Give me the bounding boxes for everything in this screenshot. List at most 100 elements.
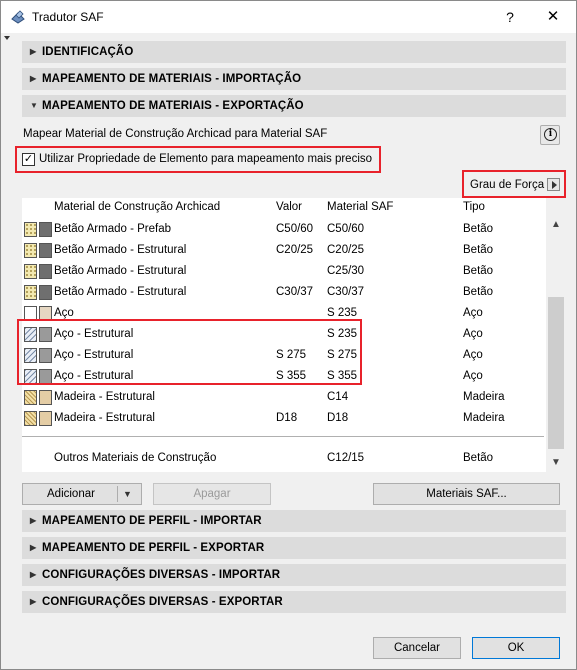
cell-material-saf: C50/60 (327, 223, 365, 235)
cell-tipo: Madeira (463, 391, 505, 403)
grau-forca-label: Grau de Força (470, 179, 545, 191)
cell-material-saf: D18 (327, 412, 349, 424)
section-identificacao[interactable]: ▶ IDENTIFICAÇÃO (22, 41, 566, 63)
steel-rows-highlight (17, 319, 362, 385)
cancel-button[interactable]: Cancelar (373, 637, 461, 659)
section-label: MAPEAMENTO DE MATERIAIS - EXPORTAÇÃO (42, 100, 304, 112)
cell-material: Betão Armado - Estrutural (54, 286, 187, 298)
material-color-swatch (39, 390, 52, 405)
cell-material-saf: C30/37 (327, 286, 365, 298)
cell-material-saf: C14 (327, 391, 349, 403)
cell-tipo: Betão (463, 286, 494, 298)
table-row-other[interactable]: Outros Materiais de Construção C12/15 Be… (22, 448, 546, 469)
help-button[interactable]: ? (499, 5, 521, 29)
app-icon (11, 10, 25, 24)
material-pattern-swatch (24, 243, 37, 258)
section-mapeamento-perfil-exportar[interactable]: ▶ MAPEAMENTO DE PERFIL - EXPORTAR (22, 537, 566, 559)
table-row[interactable]: Betão Armado - Estrutural C25/30 Betão (22, 261, 546, 282)
table-row[interactable]: Betão Armado - Estrutural C20/25 C20/25 Bet… (22, 240, 546, 261)
cell-material: Madeira - Estrutural (54, 412, 155, 424)
column-header-material-saf[interactable]: Material SAF (327, 201, 393, 213)
dropdown-arrow-icon[interactable]: ▼ (123, 484, 132, 504)
grau-forca-arrow-button[interactable] (547, 178, 560, 191)
scroll-thumb[interactable] (548, 297, 564, 449)
material-color-swatch (39, 243, 52, 258)
title-bar: Tradutor SAF ? ✕ (1, 1, 576, 33)
grau-forca-highlight: Grau de Força (462, 170, 566, 198)
table-row[interactable]: Betão Armado - Estrutural C30/37 C30/37 Bet… (22, 282, 546, 303)
scroll-up-icon[interactable]: ▲ (546, 216, 566, 234)
export-description: Mapear Material de Construção Archicad p… (23, 128, 328, 140)
table-row[interactable]: Madeira - Estrutural D18 D18 Madeira (22, 408, 546, 429)
cell-tipo: Betão (463, 244, 494, 256)
delete-button[interactable]: Apagar (153, 483, 271, 505)
material-pattern-swatch (24, 390, 37, 405)
cell-material: Betão Armado - Prefab (54, 223, 171, 235)
ok-button[interactable]: OK (472, 637, 560, 659)
material-pattern-swatch (24, 285, 37, 300)
table-row[interactable]: Betão Armado - Prefab C50/60 C50/60 Betão (22, 219, 546, 240)
add-button-label: Adicionar (47, 488, 95, 500)
cell-valor: C20/25 (276, 244, 314, 256)
section-label: MAPEAMENTO DE MATERIAIS - IMPORTAÇÃO (42, 73, 302, 85)
cell-tipo: Betão (463, 452, 494, 464)
material-pattern-swatch (24, 411, 37, 426)
cell-valor: C50/60 (276, 223, 314, 235)
material-pattern-swatch (24, 264, 37, 279)
scroll-down-icon[interactable]: ▼ (546, 454, 566, 472)
saf-materials-button[interactable]: Materiais SAF... (373, 483, 560, 505)
element-property-checkbox[interactable]: ✓ (22, 153, 35, 166)
collapse-marker-icon (4, 36, 10, 40)
cell-valor: D18 (276, 412, 298, 424)
cell-tipo: Aço (463, 328, 483, 340)
cell-material-saf: C20/25 (327, 244, 365, 256)
collapse-arrow-icon: ▼ (30, 101, 38, 110)
table-row[interactable]: Madeira - Estrutural C14 Madeira (22, 387, 546, 408)
cell-tipo: Betão (463, 223, 494, 235)
expand-arrow-icon: ▶ (30, 47, 37, 56)
material-pattern-swatch (24, 222, 37, 237)
table-scrollbar[interactable]: ▲ ▼ (546, 198, 566, 472)
section-mapeamento-perfil-importar[interactable]: ▶ MAPEAMENTO DE PERFIL - IMPORTAR (22, 510, 566, 532)
element-property-checkbox-label[interactable]: Utilizar Propriedade de Elemento para ma… (39, 153, 372, 165)
info-button[interactable]: i (540, 125, 560, 145)
section-label: CONFIGURAÇÕES DIVERSAS - EXPORTAR (42, 596, 283, 608)
cell-valor: C30/37 (276, 286, 314, 298)
window-title: Tradutor SAF (32, 10, 104, 24)
expand-arrow-icon: ▶ (30, 74, 37, 83)
cell-material: Betão Armado - Estrutural (54, 265, 187, 277)
expand-arrow-icon: ▶ (30, 543, 37, 552)
close-button[interactable]: ✕ (542, 5, 564, 29)
cell-material: Betão Armado - Estrutural (54, 244, 187, 256)
section-label: CONFIGURAÇÕES DIVERSAS - IMPORTAR (42, 569, 281, 581)
cell-material-saf: C12/15 (327, 452, 365, 464)
section-label: MAPEAMENTO DE PERFIL - IMPORTAR (42, 515, 262, 527)
cell-tipo: Madeira (463, 412, 505, 424)
add-split-button[interactable]: Adicionar ▼ (22, 483, 142, 505)
expand-arrow-icon: ▶ (30, 570, 37, 579)
expand-arrow-icon: ▶ (30, 516, 37, 525)
section-configuracoes-diversas-exportar[interactable]: ▶ CONFIGURAÇÕES DIVERSAS - EXPORTAR (22, 591, 566, 613)
checkbox-highlight: ✓ Utilizar Propriedade de Elemento para … (15, 146, 381, 173)
section-configuracoes-diversas-importar[interactable]: ▶ CONFIGURAÇÕES DIVERSAS - IMPORTAR (22, 564, 566, 586)
cell-material: Madeira - Estrutural (54, 391, 155, 403)
column-header-tipo[interactable]: Tipo (463, 201, 485, 213)
table-separator (22, 436, 544, 437)
section-mapeamento-materiais-exportacao[interactable]: ▼ MAPEAMENTO DE MATERIAIS - EXPORTAÇÃO (22, 95, 566, 117)
cell-tipo: Aço (463, 370, 483, 382)
material-color-swatch (39, 264, 52, 279)
column-header-material[interactable]: Material de Construção Archicad (54, 201, 220, 213)
cell-material-saf: C25/30 (327, 265, 365, 277)
dialog-window: Tradutor SAF ? ✕ ▶ IDENTIFICAÇÃO ▶ MAPEA… (0, 0, 577, 670)
cell-material-saf: S 235 (327, 307, 358, 319)
section-mapeamento-materiais-importacao[interactable]: ▶ MAPEAMENTO DE MATERIAIS - IMPORTAÇÃO (22, 68, 566, 90)
split-separator (117, 486, 118, 502)
cell-tipo: Betão (463, 265, 494, 277)
section-label: MAPEAMENTO DE PERFIL - EXPORTAR (42, 542, 265, 554)
column-header-valor[interactable]: Valor (276, 201, 302, 213)
material-color-swatch (39, 285, 52, 300)
material-color-swatch (39, 411, 52, 426)
cell-material: Outros Materiais de Construção (54, 452, 217, 464)
cell-tipo: Aço (463, 307, 483, 319)
cell-tipo: Aço (463, 349, 483, 361)
